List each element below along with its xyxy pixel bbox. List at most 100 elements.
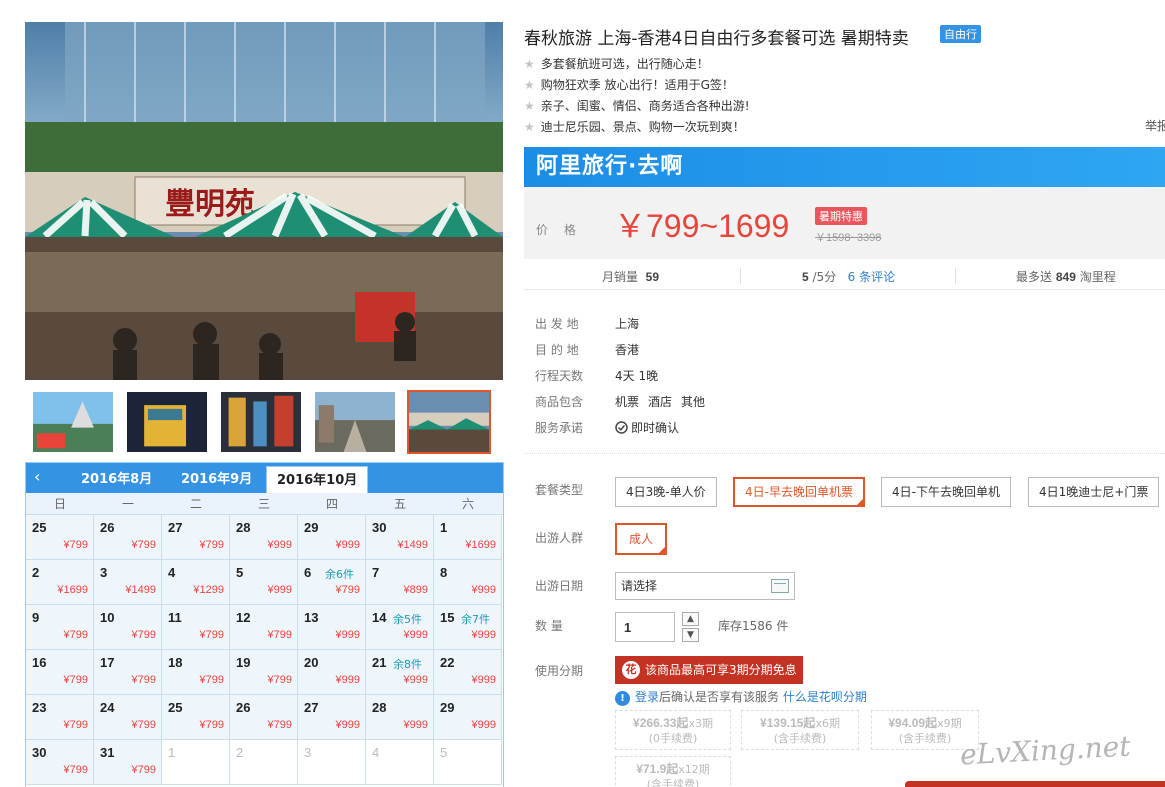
price-label: 价 格 [536, 223, 582, 237]
calendar-day[interactable]: 25 ¥799 [26, 515, 94, 560]
calendar-day[interactable]: 9 ¥799 [26, 605, 94, 650]
day-number: 12 [236, 610, 251, 625]
day-stock: 余6件 [325, 568, 354, 581]
calendar-day[interactable]: 30 ¥799 [26, 740, 94, 785]
feature-item: ★ 亲子、闺蜜、情侣、商务适合各种出游! [524, 99, 750, 113]
calendar-day[interactable]: 22 ¥999 [434, 650, 502, 695]
calendar-day[interactable]: 3 ¥1499 [94, 560, 162, 605]
calendar-day[interactable]: 11 ¥799 [162, 605, 230, 650]
original-price: ￥1598~3398 [815, 232, 882, 244]
installment-button[interactable]: 花 该商品最高可享3期分期免息 [615, 656, 803, 684]
calendar-day[interactable]: 10 ¥799 [94, 605, 162, 650]
tab-month-2[interactable]: 2016年9月 [171, 466, 262, 493]
thumbnail-1[interactable] [31, 390, 115, 454]
traveler-type-adult[interactable]: 成人 [615, 523, 668, 555]
weekday-header: 六 [461, 497, 474, 511]
day-number: 5 [236, 565, 244, 580]
calendar-day[interactable]: 12 ¥799 [230, 605, 298, 650]
calendar-day[interactable]: 29 ¥999 [298, 515, 366, 560]
star-icon: ★ [524, 57, 535, 71]
tab-month-1[interactable]: 2016年8月 [71, 466, 162, 493]
installment-plan-3[interactable]: ¥266.33起x3期 (0手续费) [615, 710, 731, 750]
thumbnail-2[interactable] [125, 390, 209, 454]
calendar-day[interactable]: 24 ¥799 [94, 695, 162, 740]
day-price: ¥999 [267, 584, 292, 596]
calendar-day[interactable]: 28 ¥999 [366, 695, 434, 740]
installment-plan-6[interactable]: ¥139.15起x6期 (含手续费) [741, 710, 859, 750]
day-number: 30 [372, 520, 387, 535]
quantity-increase-icon[interactable]: ▲ [682, 612, 699, 626]
day-price: ¥799 [63, 719, 88, 731]
calendar-day[interactable]: 29 ¥999 [434, 695, 502, 740]
travel-date-picker[interactable]: 请选择 [615, 572, 795, 600]
day-number: 2 [32, 565, 40, 580]
login-link[interactable]: 登录 [635, 690, 659, 704]
calendar-day[interactable]: 15 余7件 ¥999 [434, 605, 502, 650]
thumbnail-4[interactable] [313, 390, 397, 454]
reviews-link[interactable]: 6 条评论 [848, 270, 895, 284]
package-option-3[interactable]: 4日-下午去晚回单机 [881, 477, 1011, 507]
calendar-day[interactable]: 21 余8件 ¥999 [366, 650, 434, 695]
calendar-day[interactable]: 17 ¥799 [94, 650, 162, 695]
site-watermark: eLvXing.net [959, 729, 1132, 772]
day-number: 6 [304, 565, 312, 580]
calendar-day[interactable]: 6 余6件 ¥799 [298, 560, 366, 605]
calendar-month-tabs: ‹ 2016年8月 2016年9月 2016年10月 [26, 463, 503, 493]
day-price: ¥799 [267, 719, 292, 731]
calendar-day[interactable]: 18 ¥799 [162, 650, 230, 695]
includes-value: 机票 酒店 其他 [615, 393, 714, 410]
calendar-day[interactable]: 7 ¥899 [366, 560, 434, 605]
calendar-day[interactable]: 4 ¥1299 [162, 560, 230, 605]
installment-plan-12[interactable]: ¥71.9起x12期 (含手续费) [615, 756, 731, 787]
calendar-day[interactable]: 27 ¥999 [298, 695, 366, 740]
stats-divider [740, 268, 741, 284]
rating: 5 /5分 6 条评论 [802, 270, 896, 284]
calendar-day[interactable]: 5 ¥999 [230, 560, 298, 605]
day-price: ¥799 [131, 539, 156, 551]
day-number: 5 [440, 745, 448, 760]
day-price: ¥799 [335, 584, 360, 596]
calendar-day[interactable]: 19 ¥799 [230, 650, 298, 695]
includes-item: 酒店 [648, 395, 673, 409]
calendar-day[interactable]: 2 ¥1699 [26, 560, 94, 605]
feature-item: ★ 购物狂欢季 放心出行！适用于G签！ [524, 78, 734, 92]
day-number: 25 [168, 700, 183, 715]
day-number: 22 [440, 655, 455, 670]
day-number: 20 [304, 655, 319, 670]
calendar-day[interactable]: 20 ¥999 [298, 650, 366, 695]
calendar-day[interactable]: 1 ¥1699 [434, 515, 502, 560]
calendar-day[interactable]: 8 ¥999 [434, 560, 502, 605]
calendar-day[interactable]: 30 ¥1499 [366, 515, 434, 560]
package-option-2-selected[interactable]: 4日-早去晚回单机票 [733, 477, 865, 507]
calendar-day[interactable]: 16 ¥799 [26, 650, 94, 695]
day-price: ¥799 [199, 539, 224, 551]
thumbnail-5-selected[interactable] [407, 390, 491, 454]
thumbnail-3[interactable] [219, 390, 303, 454]
calendar-day[interactable]: 31 ¥799 [94, 740, 162, 785]
calendar-day[interactable]: 14 余5件 ¥999 [366, 605, 434, 650]
calendar-icon[interactable] [771, 579, 789, 593]
installment-button-label: 该商品最高可享3期分期免息 [645, 663, 797, 677]
calendar-day[interactable]: 26 ¥799 [94, 515, 162, 560]
package-option-4[interactable]: 4日1晚迪士尼+门票 [1028, 477, 1160, 507]
tab-month-3[interactable]: 2016年10月 [266, 466, 369, 493]
calendar-prev-arrow-icon[interactable]: ‹ [34, 467, 40, 486]
day-number: 1 [440, 520, 448, 535]
huabei-help-link[interactable]: 什么是花呗分期 [783, 690, 867, 704]
price-box: 阿里旅行·去啊 价 格 ￥799~1699 暑期特惠 ￥1598~3398 [524, 147, 1165, 259]
calendar-day[interactable]: 28 ¥999 [230, 515, 298, 560]
day-price: ¥1299 [193, 584, 224, 596]
package-option-1[interactable]: 4日3晚-单人价 [615, 477, 717, 507]
calendar-day[interactable]: 13 ¥999 [298, 605, 366, 650]
calendar-day[interactable]: 25 ¥799 [162, 695, 230, 740]
star-icon: ★ [524, 78, 535, 92]
calendar-day[interactable]: 26 ¥799 [230, 695, 298, 740]
day-number: 4 [372, 745, 380, 760]
quantity-input[interactable] [615, 612, 675, 642]
report-link[interactable]: 举报 [1145, 117, 1165, 134]
calendar-day[interactable]: 27 ¥799 [162, 515, 230, 560]
day-price: ¥799 [131, 719, 156, 731]
quantity-decrease-icon[interactable]: ▼ [682, 628, 699, 642]
calendar-day[interactable]: 23 ¥799 [26, 695, 94, 740]
day-stock: 余7件 [461, 613, 490, 626]
